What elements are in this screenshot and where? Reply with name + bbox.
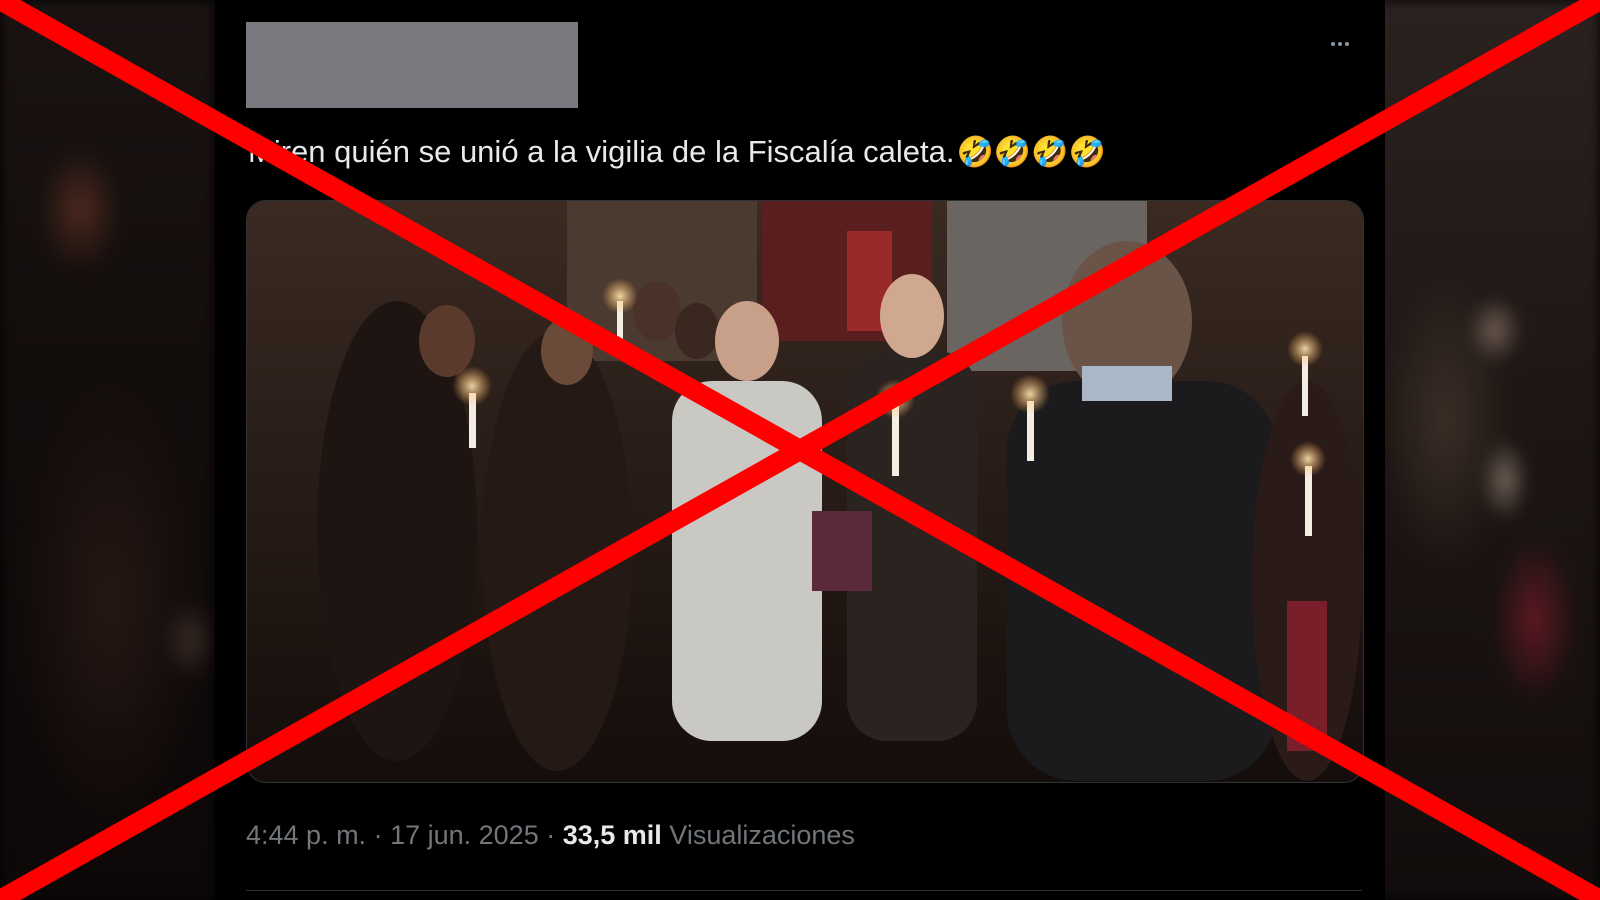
more-options-icon[interactable] [1322,30,1358,58]
vigil-photo [247,201,1363,782]
views-count: 33,5 mil [562,820,662,850]
blurred-background-right [1355,0,1600,900]
tweet-media-video[interactable] [246,200,1364,783]
rofl-emoji-icons: 🤣🤣🤣🤣 [956,136,1106,169]
tweet-metadata: 4:44 p. m. · 17 jun. 2025 · 33,5 mil Vis… [246,820,855,851]
tweet-body: Miren quién se unió a la vigilia de la F… [248,134,955,169]
meta-separator: · [366,820,391,850]
meta-separator: · [538,820,563,850]
redacted-author-block [246,22,578,108]
divider [246,890,1362,891]
tweet-date[interactable]: 17 jun. 2025 [390,820,539,850]
tweet-text: Miren quién se unió a la vigilia de la F… [248,132,1348,173]
tweet-time[interactable]: 4:44 p. m. [246,820,366,850]
views-label: Visualizaciones [669,820,855,850]
blurred-background-left [0,0,215,900]
